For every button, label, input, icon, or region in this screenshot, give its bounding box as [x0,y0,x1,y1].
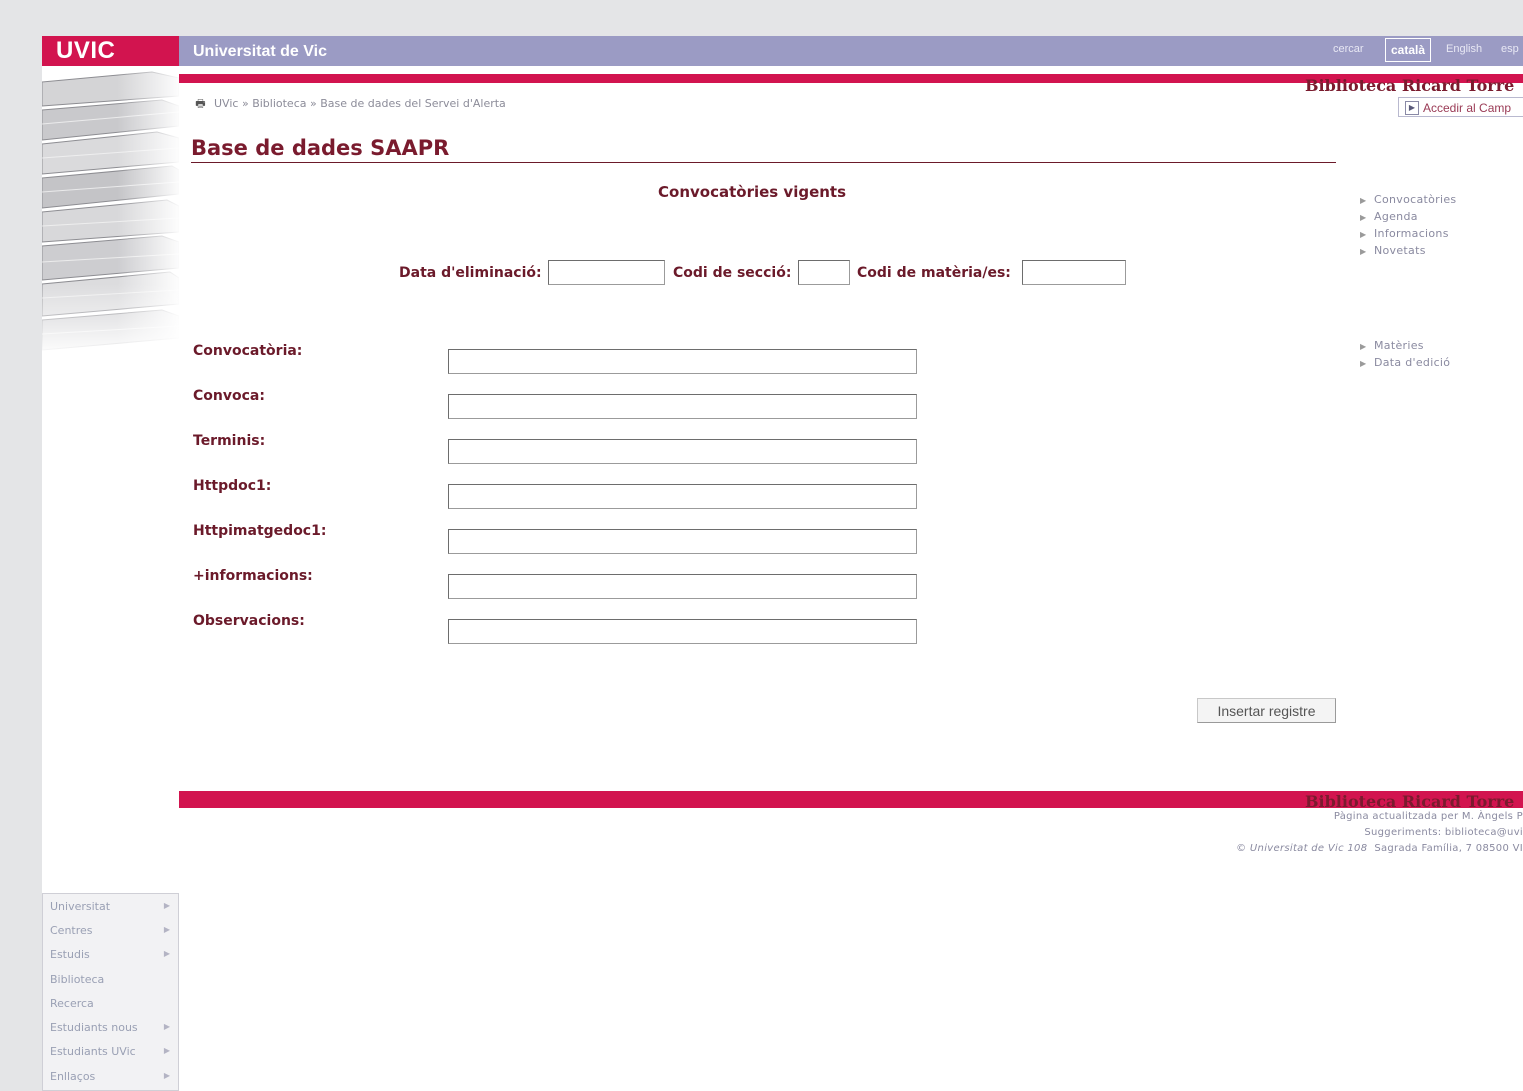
left-nav-estudiants-nous[interactable]: Estudiants nous [50,1021,138,1034]
enter-icon: ▶ [1405,101,1419,115]
data-eliminacio-label: Data d'eliminació: [399,265,542,281]
left-margin [0,36,42,1091]
site-title[interactable]: Universitat de Vic [193,36,327,66]
title-divider [191,162,1336,163]
field-input-convocatoria[interactable] [448,349,917,374]
top-margin [0,0,1523,36]
triangle-right-icon: ▶ [1360,342,1367,351]
lang-catala[interactable]: català [1385,38,1432,62]
side-link-materies[interactable]: ▶ Matèries [1360,339,1424,352]
books-image [42,66,179,356]
field-input-httpimatgedoc1[interactable] [448,529,917,554]
header-band [179,36,1523,66]
side-link-agenda[interactable]: ▶ Agenda [1360,210,1418,223]
side-link-data-edicio[interactable]: ▶ Data d'edició [1360,356,1450,369]
side-link-convocatories[interactable]: ▶ Convocatòries [1360,193,1456,206]
footer-updated-by: Pàgina actualitzada per M. Àngels P [1333,811,1523,822]
field-input-terminis[interactable] [448,439,917,464]
field-input-convoca[interactable] [448,394,917,419]
codi-materia-label: Codi de matèria/es: [857,265,1011,281]
breadcrumb-sep: » [241,97,249,110]
triangle-right-icon: ▶ [1360,359,1367,368]
campus-access-button[interactable]: ▶ Accedir al Camp [1398,97,1523,117]
left-nav-estudis[interactable]: Estudis [50,948,90,961]
uvic-logo[interactable]: UVIC [42,36,179,66]
library-title[interactable]: Biblioteca Ricard Torre [1305,76,1514,95]
chevron-right-icon: ▶ [163,1071,170,1080]
triangle-right-icon: ▶ [1360,230,1367,239]
field-label-httpdoc1: Httpdoc1: [193,478,272,494]
subtitle: Convocatòries vigents [658,183,847,201]
left-nav-centres[interactable]: Centres [50,924,93,937]
left-nav: Universitat ▶ Centres ▶ Estudis ▶ Biblio… [42,893,179,1091]
breadcrumb-biblioteca[interactable]: Biblioteca [252,97,306,110]
left-nav-enllacos[interactable]: Enllaços [50,1070,95,1083]
triangle-right-icon: ▶ [1360,213,1367,222]
footer-title: Biblioteca Ricard Torre [1305,792,1515,811]
breadcrumb-current: Base de dades del Servei d'Alerta [320,97,506,110]
codi-seccio-label: Codi de secció: [673,265,792,281]
side-link-informacions[interactable]: ▶ Informacions [1360,227,1449,240]
page-title: Base de dades SAAPR [191,136,450,160]
triangle-right-icon: ▶ [1360,196,1367,205]
codi-seccio-input[interactable] [798,260,850,285]
field-input-observacions[interactable] [448,619,917,644]
field-input-httpdoc1[interactable] [448,484,917,509]
field-label-convoca: Convoca: [193,388,265,404]
print-icon[interactable]: 🖶 [193,95,208,114]
footer-address: © Universitat de Vic 108 Sagrada Família… [1236,843,1523,854]
field-label-httpimatgedoc1: Httpimatgedoc1: [193,523,327,539]
left-nav-biblioteca[interactable]: Biblioteca [50,973,104,986]
footer-copyright: © Universitat de Vic 108 [1236,843,1368,854]
chevron-right-icon: ▶ [163,901,170,910]
chevron-right-icon: ▶ [163,1022,170,1031]
triangle-right-icon: ▶ [1360,247,1367,256]
footer-suggestions[interactable]: Suggeriments: biblioteca@uvi [1364,827,1523,838]
lang-espanol[interactable]: esp [1501,36,1519,62]
data-eliminacio-input[interactable] [548,260,665,285]
footer-address-text: Sagrada Família, 7 08500 VI [1374,843,1523,854]
field-input-informacions[interactable] [448,574,917,599]
lang-english[interactable]: English [1446,36,1482,62]
left-nav-universitat[interactable]: Universitat [50,900,110,913]
field-label-convocatoria: Convocatòria: [193,343,303,359]
side-link-novetats[interactable]: ▶ Novetats [1360,244,1426,257]
left-nav-recerca[interactable]: Recerca [50,997,94,1010]
left-nav-estudiants-uvic[interactable]: Estudiants UVic [50,1045,136,1058]
insert-record-button[interactable]: Insertar registre [1197,698,1336,723]
codi-materia-input[interactable] [1022,260,1126,285]
breadcrumb-uvic[interactable]: UVic [214,97,238,110]
field-label-observacions: Observacions: [193,613,305,629]
chevron-right-icon: ▶ [163,1046,170,1055]
breadcrumb-sep: » [309,97,317,110]
chevron-right-icon: ▶ [163,949,170,958]
field-label-informacions: +informacions: [193,568,313,584]
chevron-right-icon: ▶ [163,925,170,934]
search-link[interactable]: cercar [1333,36,1364,62]
breadcrumb: 🖶 UVic » Biblioteca » Base de dades del S… [193,95,506,114]
campus-access-label: Accedir al Camp [1423,101,1512,115]
field-label-terminis: Terminis: [193,433,266,449]
